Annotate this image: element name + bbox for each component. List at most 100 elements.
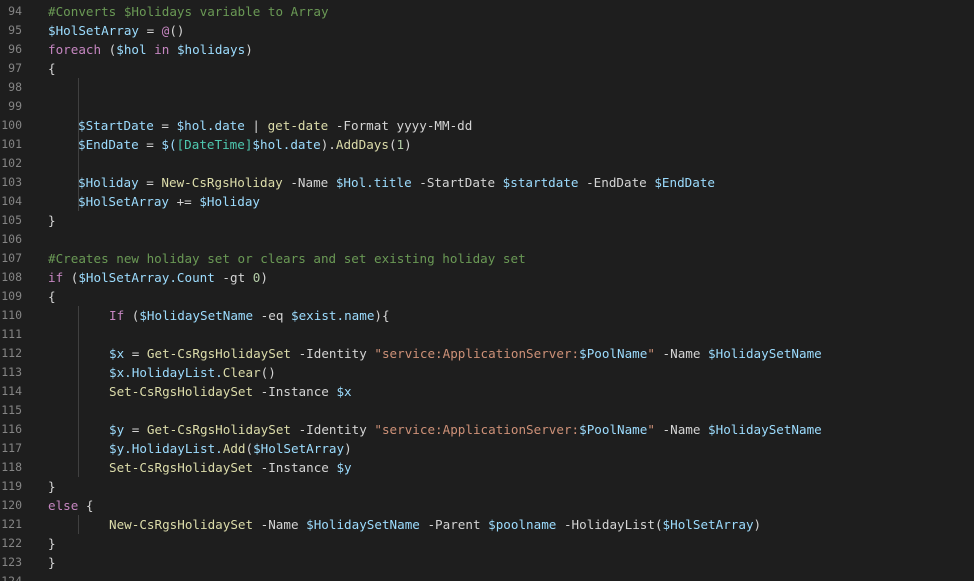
line-number: 96 [8, 42, 22, 56]
code-token: $HolSetArray [48, 23, 139, 38]
code-line[interactable]: 120 else { [0, 496, 974, 515]
line-number: 108 [1, 270, 22, 284]
code-text: } [48, 553, 56, 572]
code-token: -Format [328, 118, 397, 133]
code-line[interactable]: 116 $y = Get-CsRgsHolidaySet -Identity "s… [0, 420, 974, 439]
code-line[interactable]: 115 [0, 401, 974, 420]
code-token: $exist [291, 308, 337, 323]
code-line[interactable]: 122} [0, 534, 974, 553]
line-number: 99 [8, 99, 22, 113]
code-line[interactable]: 104 $HolSetArray += $Holiday [0, 192, 974, 211]
code-token: = [153, 118, 177, 133]
code-editor[interactable]: 94 #Converts $Holidays variable to Array 9… [0, 0, 974, 581]
line-number: 117 [1, 441, 22, 455]
code-line[interactable]: 123} [0, 553, 974, 572]
code-token: } [48, 213, 56, 228]
code-line[interactable]: 102 [0, 154, 974, 173]
code-line[interactable]: 110 If ($HolidaySetName -eq $exist.name){ [0, 306, 974, 325]
code-line[interactable]: 99 [0, 97, 974, 116]
code-line[interactable]: 103 $Holiday = New-CsRgsHoliday -Name $Ho… [0, 173, 974, 192]
code-token: #Creates new holiday set or clears and s… [48, 251, 526, 266]
code-token: get-date [267, 118, 329, 133]
code-text: $x.HolidayList.Clear() [109, 363, 276, 382]
code-token: ) [260, 270, 268, 285]
code-token: -HolidayList [556, 517, 655, 532]
code-token: $EndDate [78, 137, 139, 152]
code-token: = [124, 346, 147, 361]
line-number: 118 [1, 460, 22, 474]
code-token: += [169, 194, 200, 209]
line-number: 101 [1, 137, 22, 151]
indent-guide [78, 363, 79, 382]
code-text: $y = Get-CsRgsHolidaySet -Identity "serv… [109, 420, 822, 439]
code-line[interactable]: 121 New-CsRgsHolidaySet -Name $HolidaySet… [0, 515, 974, 534]
code-line[interactable]: 94 #Converts $Holidays variable to Array [0, 2, 974, 21]
code-text: $HolSetArray = @() [48, 21, 185, 40]
code-line[interactable]: 98 [0, 78, 974, 97]
code-line[interactable]: 100 $StartDate = $hol.date | get-date -Fo… [0, 116, 974, 135]
code-token: $hol [176, 118, 207, 133]
code-token: { [48, 61, 56, 76]
code-text: $x = Get-CsRgsHolidaySet -Identity "serv… [109, 344, 822, 363]
code-line[interactable]: 105} [0, 211, 974, 230]
code-token: $Hol [335, 175, 367, 190]
line-number: 94 [8, 4, 22, 18]
indent-guide [78, 154, 79, 173]
indent-guide [78, 458, 79, 477]
code-line[interactable]: 101 $EndDate = $([DateTime]$hol.date).Add… [0, 135, 974, 154]
code-line[interactable]: 108 if ($HolSetArray.Count -gt 0) [0, 268, 974, 287]
code-line[interactable]: 96 foreach ($hol in $holidays) [0, 40, 974, 59]
code-token: $HolSetArray [662, 517, 754, 532]
code-token: Get-CsRgsHolidaySet [146, 422, 291, 437]
code-token: ). [320, 137, 336, 152]
code-token: If [109, 308, 125, 323]
indent-guide [78, 78, 79, 97]
code-token: ){ [374, 308, 390, 323]
code-line[interactable]: 111 [0, 325, 974, 344]
indent-guide [78, 382, 79, 401]
code-token: .date [206, 118, 245, 133]
code-text: $StartDate = $hol.date | get-date -Forma… [78, 116, 472, 135]
code-line[interactable]: 95 $HolSetArray = @() [0, 21, 974, 40]
code-token: Clear [222, 365, 261, 380]
code-token: -Identity [290, 346, 375, 361]
code-token: in [146, 42, 177, 57]
line-number: 111 [1, 327, 22, 341]
code-text: { [48, 59, 56, 78]
code-token: ) [404, 137, 412, 152]
code-token: $HolidaySetName [708, 422, 822, 437]
code-line[interactable]: 109 { [0, 287, 974, 306]
line-number: 104 [1, 194, 22, 208]
code-line[interactable]: 112 $x = Get-CsRgsHolidaySet -Identity "s… [0, 344, 974, 363]
code-token: ) [344, 441, 352, 456]
code-line[interactable]: 119} [0, 477, 974, 496]
code-text: Set-CsRgsHolidaySet -Instance $x [109, 382, 352, 401]
code-token: $( [161, 137, 177, 152]
code-token: $y [336, 460, 352, 475]
code-token: $HolSetArray [253, 441, 345, 456]
code-token: = [138, 137, 162, 152]
code-line[interactable]: 114 Set-CsRgsHolidaySet -Instance $x [0, 382, 974, 401]
code-line[interactable]: 107 #Creates new holiday set or clears an… [0, 249, 974, 268]
code-text: } [48, 211, 56, 230]
line-number: 103 [1, 175, 22, 189]
code-token: ( [388, 137, 397, 152]
line-number: 110 [1, 308, 22, 322]
indent-guide [78, 420, 79, 439]
line-number: 100 [1, 118, 22, 132]
code-line[interactable]: 118 Set-CsRgsHolidaySet -Instance $y [0, 458, 974, 477]
code-line[interactable]: 106 [0, 230, 974, 249]
code-token: } [48, 479, 56, 494]
code-token: $hol [252, 137, 283, 152]
code-token: #Converts $Holidays variable to Array [48, 4, 329, 19]
code-line[interactable]: 124 [0, 572, 974, 581]
code-line[interactable]: 117 $y.HolidayList.Add($HolSetArray) [0, 439, 974, 458]
code-line[interactable]: 97 { [0, 59, 974, 78]
code-token: -Name [253, 517, 307, 532]
code-text: If ($HolidaySetName -eq $exist.name){ [109, 306, 390, 325]
code-token: " [647, 346, 655, 361]
code-line[interactable]: 113 $x.HolidayList.Clear() [0, 363, 974, 382]
line-number: 102 [1, 156, 22, 170]
code-text: $HolSetArray += $Holiday [78, 192, 260, 211]
code-text: $EndDate = $([DateTime]$hol.date).AddDay… [78, 135, 412, 154]
